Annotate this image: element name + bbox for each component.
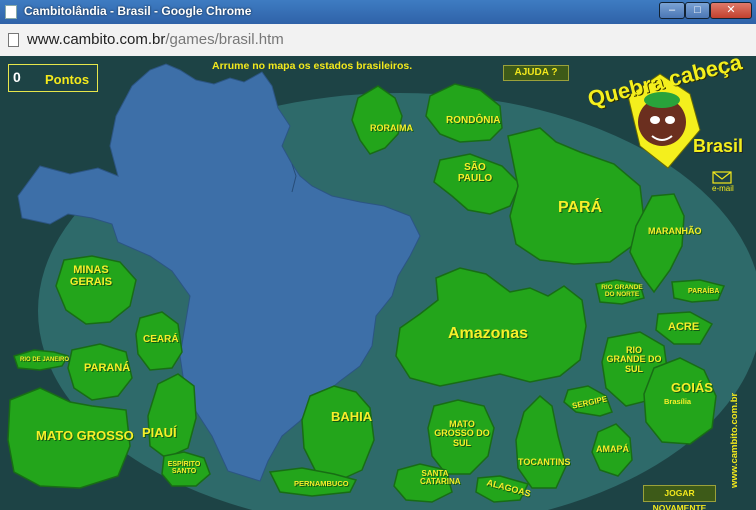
reset-button[interactable]: JOGAR NOVAMENTE	[643, 485, 716, 510]
game-area: 0 Pontos Arrume no mapa os estados brasi…	[0, 56, 756, 510]
url-text[interactable]: www.cambito.com.br/games/brasil.htm	[27, 31, 284, 48]
label-ceara: CEARÁ	[143, 334, 179, 345]
close-button[interactable]: ✕	[710, 2, 752, 19]
label-piaui: PIAUÍ	[142, 425, 177, 440]
instruction-text: Arrume no mapa os estados brasileiros.	[212, 60, 413, 72]
label-minas-gerais: MINAS GERAIS	[69, 264, 113, 288]
score-value: 0	[13, 69, 21, 85]
label-rio-grande-do-norte: RIO GRANDE DO NORTE	[601, 284, 643, 298]
label-bahia: BAHIA	[331, 409, 373, 424]
label-goias: GOIÁS	[671, 380, 713, 395]
label-rio-grande-do-sul: RIO GRANDE DO SUL	[606, 345, 662, 374]
label-tocantins: TOCANTINS	[518, 457, 571, 467]
label-maranhao: MARANHÃO	[648, 226, 702, 236]
help-button[interactable]: AJUDA ?	[503, 65, 569, 81]
label-rondonia: RONDÔNIA	[446, 115, 501, 126]
title-bar: Cambitolândia - Brasil - Google Chrome –…	[0, 0, 756, 24]
piece-bahia[interactable]	[301, 385, 375, 481]
score-label: Pontos	[45, 72, 90, 87]
address-bar[interactable]: www.cambito.com.br/games/brasil.htm	[0, 24, 756, 57]
label-brasilia: Brasília	[664, 397, 692, 406]
browser-window: Cambitolândia - Brasil - Google Chrome –…	[0, 0, 756, 510]
label-amapa: AMAPÁ	[596, 444, 629, 454]
site-url: www.cambito.com.br	[729, 392, 740, 488]
email-label[interactable]: e-mail	[712, 184, 734, 193]
score-box: 0 Pontos	[8, 64, 98, 92]
url-host: www.cambito.com.br	[27, 31, 166, 48]
label-espirito-santo: ESPÍRITO SANTO	[167, 461, 201, 476]
label-mato-grosso-do-sul: MATO GROSSO DO SUL	[434, 419, 490, 448]
logo-subtitle: Brasil	[693, 136, 744, 156]
label-mato-grosso: MATO GROSSO	[36, 428, 134, 443]
label-parana: PARANÁ	[84, 362, 131, 374]
label-acre: ACRE	[668, 321, 700, 333]
label-rio-de-janeiro: RIO DE JANEIRO	[20, 357, 70, 363]
label-amazonas: Amazonas	[448, 325, 529, 342]
label-para: PARÁ	[558, 199, 603, 216]
label-sao-paulo: SÃO PAULO	[457, 162, 493, 184]
window-title: Cambitolândia - Brasil - Google Chrome	[24, 4, 252, 18]
maximize-button[interactable]: □	[685, 2, 710, 19]
label-paraiba: PARAÍBA	[688, 288, 720, 295]
label-pernambuco: PERNAMBUCO	[294, 479, 349, 488]
minimize-button[interactable]: –	[659, 2, 685, 19]
label-santa-catarina: SANTA CATARINA	[420, 469, 461, 487]
document-icon	[8, 33, 19, 47]
page-icon	[5, 5, 17, 19]
label-roraima: RORAIMA	[370, 123, 413, 133]
email-icon[interactable]	[712, 171, 732, 184]
url-path: /games/brasil.htm	[165, 31, 284, 48]
